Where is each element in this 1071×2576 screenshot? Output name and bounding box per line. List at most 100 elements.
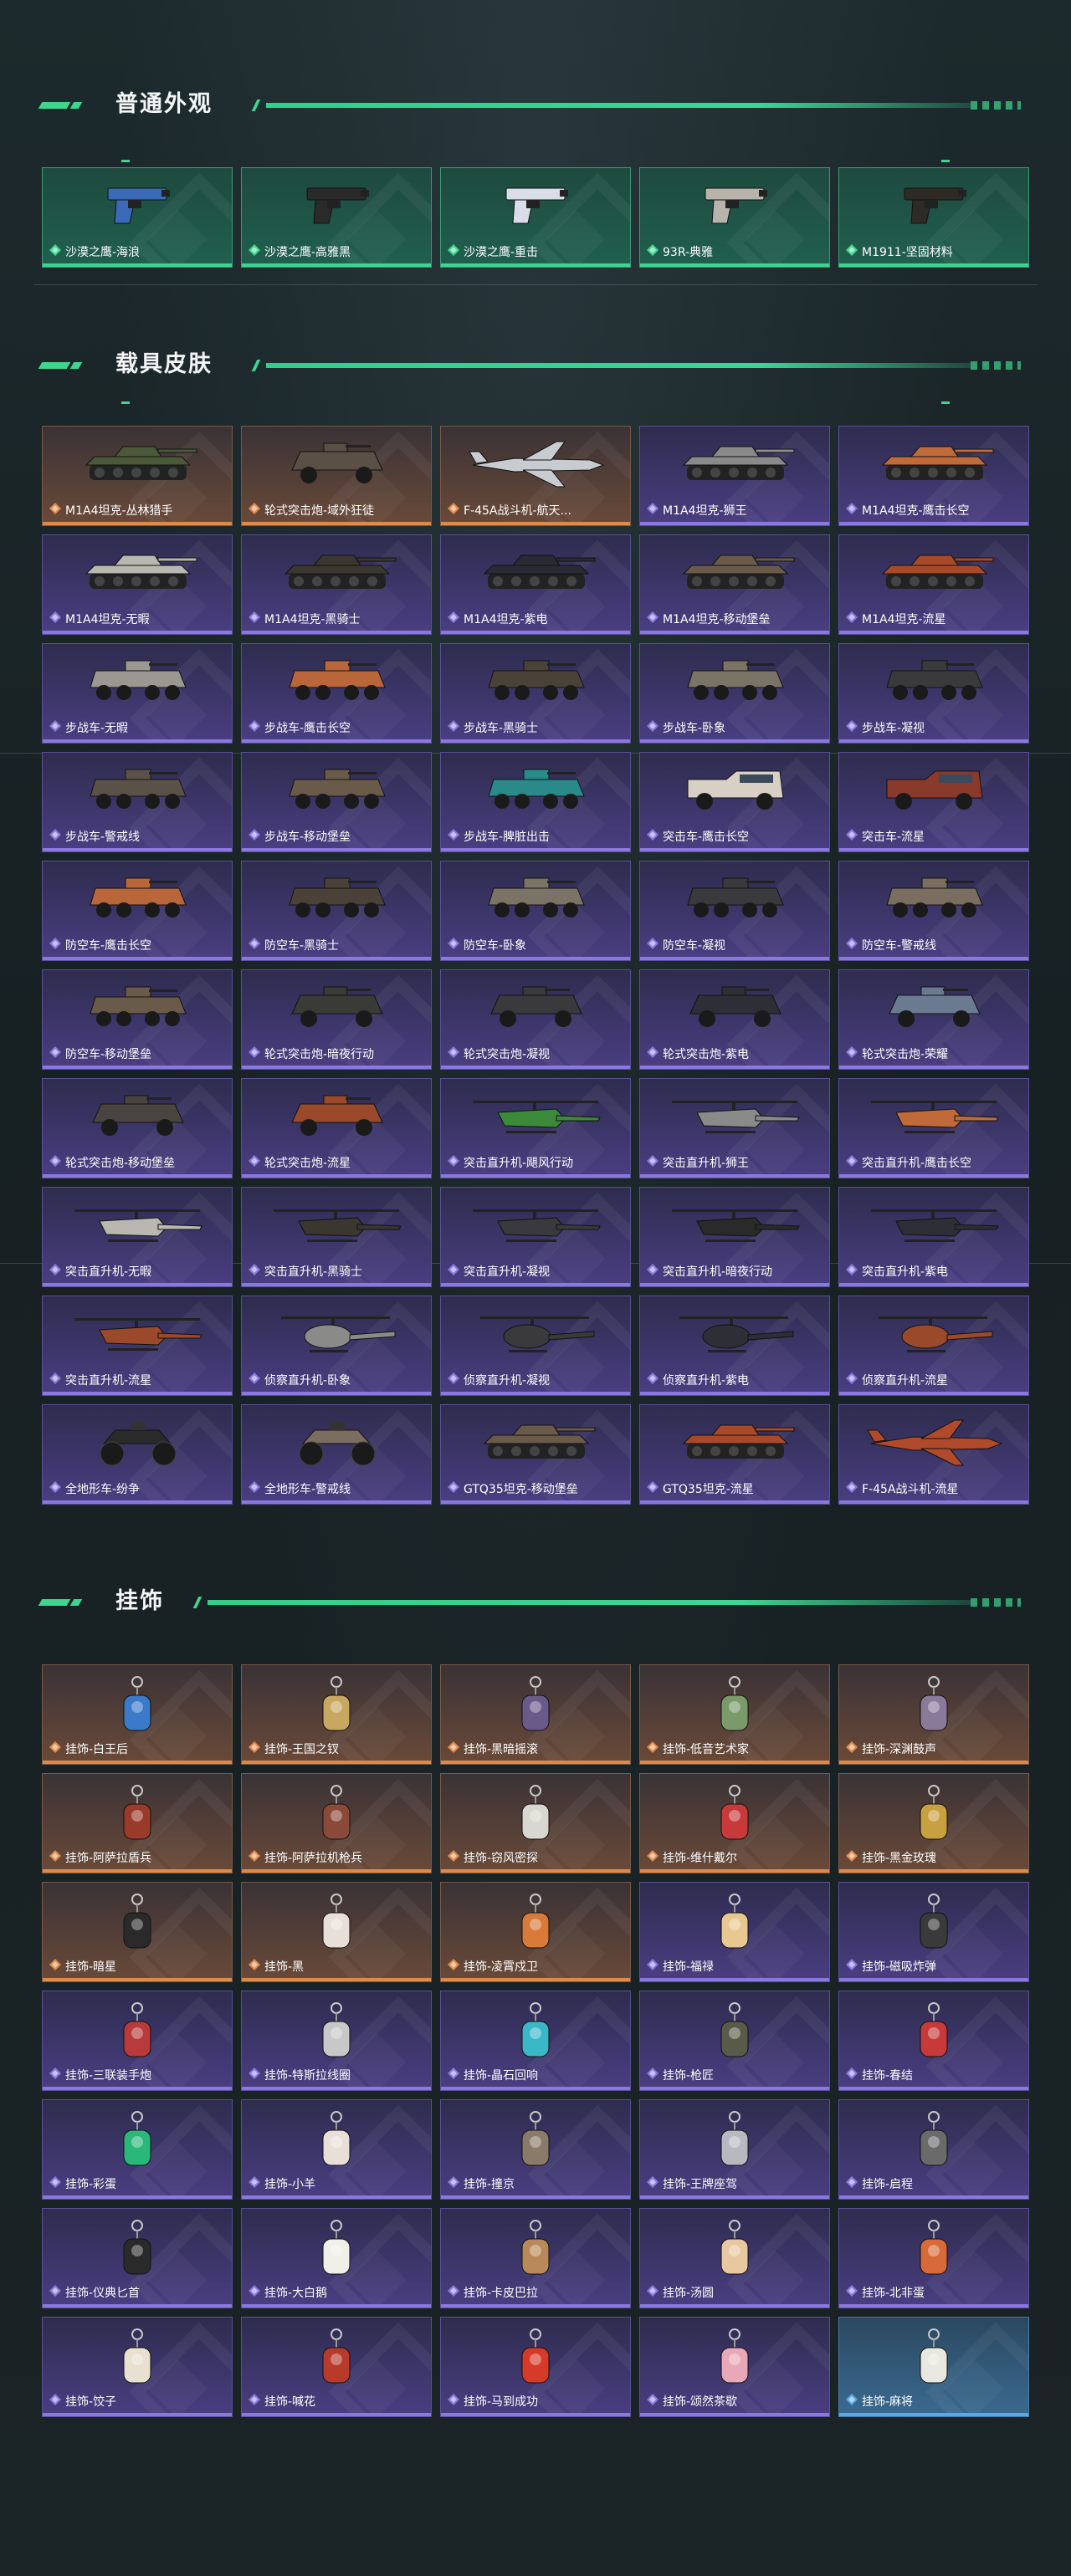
vehicle-item-card[interactable]: 轮式突击炮-域外狂徒 [241,426,432,526]
vehicle-item-card[interactable]: 轮式突击炮-荣耀 [838,969,1029,1070]
charm-icon [710,2328,760,2395]
charm-item-card[interactable]: 挂饰-汤圆 [639,2208,830,2308]
charm-item-card[interactable]: 挂饰-颂然茶歇 [639,2317,830,2417]
vehicle-item-card[interactable]: 步战车-脾脏出击 [440,752,631,852]
vehicle-item-card[interactable]: 步战车-卧象 [639,643,830,744]
weapon-item-card[interactable]: 沙漠之鹰-重击 [440,167,631,268]
vehicle-item-card[interactable]: 突击车-鹰击长空 [639,752,830,852]
charm-item-card[interactable]: 挂饰-王牌座驾 [639,2099,830,2200]
vehicle-item-card[interactable]: 步战车-鹰击长空 [241,643,432,744]
weapon-item-card[interactable]: 93R-典雅 [639,167,830,268]
vehicle-item-card[interactable]: 轮式突击炮-流星 [241,1078,432,1178]
vehicle-item-card[interactable]: 防空车-黑骑士 [241,861,432,961]
vehicle-item-card[interactable]: 步战车-移动堡垒 [241,752,432,852]
charm-item-card[interactable]: 挂饰-喊花 [241,2317,432,2417]
vehicle-item-card[interactable]: 侦察直升机-凝视 [440,1296,631,1396]
vehicle-item-card[interactable]: 防空车-卧象 [440,861,631,961]
vehicle-item-card[interactable]: M1A4坦克-无暇 [42,534,233,635]
charm-item-card[interactable]: 挂饰-白王后 [42,1664,233,1765]
vehicle-item-card[interactable]: 防空车-凝视 [639,861,830,961]
item-name: 突击直升机-凝视 [464,1265,551,1279]
charm-item-card[interactable]: 挂饰-凌霄戍卫 [440,1882,631,1982]
charm-item-card[interactable]: 挂饰-王国之钗 [241,1664,432,1765]
vehicle-item-card[interactable]: 步战车-无暇 [42,643,233,744]
vehicle-item-card[interactable]: 防空车-警戒线 [838,861,1029,961]
vehicle-item-card[interactable]: 轮式突击炮-暗夜行动 [241,969,432,1070]
vehicle-item-card[interactable]: 步战车-凝视 [838,643,1029,744]
charm-item-card[interactable]: 挂饰-启程 [838,2099,1029,2200]
tank-icon [74,545,200,602]
vehicle-item-card[interactable]: 轮式突击炮-凝视 [440,969,631,1070]
charm-item-card[interactable]: 挂饰-北非蛋 [838,2208,1029,2308]
vehicle-item-card[interactable]: 步战车-警戒线 [42,752,233,852]
vehicle-item-card[interactable]: 轮式突击炮-紫电 [639,969,830,1070]
weapon-item-card[interactable]: 沙漠之鹰-高雅黑 [241,167,432,268]
weapon-item-card[interactable]: M1911-坚固材料 [838,167,1029,268]
charm-item-card[interactable]: 挂饰-马到成功 [440,2317,631,2417]
rarity-bar [441,848,630,851]
vehicle-item-card[interactable]: M1A4坦克-流星 [838,534,1029,635]
vehicle-item-card[interactable]: 全地形车-警戒线 [241,1404,432,1505]
vehicle-item-card[interactable]: 防空车-鹰击长空 [42,861,233,961]
charm-item-card[interactable]: 挂饰-麻将 [838,2317,1029,2417]
vehicle-item-card[interactable]: M1A4坦克-黑骑士 [241,534,432,635]
vehicle-item-card[interactable]: M1A4坦克-丛林猎手 [42,426,233,526]
vehicle-item-card[interactable]: 侦察直升机-流星 [838,1296,1029,1396]
rarity-diamond-icon [647,2394,658,2409]
charm-item-card[interactable]: 挂饰-阿萨拉盾兵 [42,1773,233,1873]
vehicle-item-card[interactable]: 突击车-流星 [838,752,1029,852]
charm-item-card[interactable]: 挂饰-窃风密探 [440,1773,631,1873]
charm-item-card[interactable]: 挂饰-撞京 [440,2099,631,2200]
rarity-bar [441,1500,630,1504]
vehicle-item-card[interactable]: 侦察直升机-卧象 [241,1296,432,1396]
charm-item-card[interactable]: 挂饰-仪典匕首 [42,2208,233,2308]
vehicle-item-card[interactable]: 突击直升机-暗夜行动 [639,1187,830,1287]
charm-item-card[interactable]: 挂饰-饺子 [42,2317,233,2417]
charm-item-card[interactable]: 挂饰-彩蛋 [42,2099,233,2200]
vehicle-item-card[interactable]: 突击直升机-凝视 [440,1187,631,1287]
charm-item-card[interactable]: 挂饰-深渊鼓声 [838,1664,1029,1765]
vehicle-item-card[interactable]: 步战车-黑骑士 [440,643,631,744]
charm-item-card[interactable]: 挂饰-黑暗摇滚 [440,1664,631,1765]
wheeled-icon [83,1089,192,1147]
charm-item-card[interactable]: 挂饰-黑 [241,1882,432,1982]
charm-item-card[interactable]: 挂饰-卡皮巴拉 [440,2208,631,2308]
charm-item-card[interactable]: 挂饰-维什戴尔 [639,1773,830,1873]
charm-item-card[interactable]: 挂饰-小羊 [241,2099,432,2200]
vehicle-item-card[interactable]: M1A4坦克-移动堡垒 [639,534,830,635]
vehicle-item-card[interactable]: 侦察直升机-紫电 [639,1296,830,1396]
charm-item-card[interactable]: 挂饰-福禄 [639,1882,830,1982]
vehicle-item-card[interactable]: F-45A战斗机-流星 [838,1404,1029,1505]
vehicle-item-card[interactable]: M1A4坦克-鹰击长空 [838,426,1029,526]
charm-item-card[interactable]: 挂饰-三联装手炮 [42,1991,233,2091]
charm-item-card[interactable]: 挂饰-晶石回响 [440,1991,631,2091]
charm-item-card[interactable]: 挂饰-黑金玫瑰 [838,1773,1029,1873]
vehicle-item-card[interactable]: 突击直升机-鹰击长空 [838,1078,1029,1178]
charm-item-card[interactable]: 挂饰-阿萨拉机枪兵 [241,1773,432,1873]
vehicle-item-card[interactable]: M1A4坦克-紫电 [440,534,631,635]
item-name: 防空车-凝视 [663,939,726,953]
vehicle-item-card[interactable]: 突击直升机-狮王 [639,1078,830,1178]
vehicle-item-card[interactable]: GTQ35坦克-流星 [639,1404,830,1505]
vehicle-item-card[interactable]: 轮式突击炮-移动堡垒 [42,1078,233,1178]
vehicle-item-card[interactable]: 突击直升机-飓风行动 [440,1078,631,1178]
vehicle-item-card[interactable]: 全地形车-纷争 [42,1404,233,1505]
vehicle-item-card[interactable]: 突击直升机-无暇 [42,1187,233,1287]
vehicle-item-card[interactable]: 突击直升机-流星 [42,1296,233,1396]
vehicle-item-card[interactable]: 突击直升机-黑骑士 [241,1187,432,1287]
vehicle-item-card[interactable]: M1A4坦克-狮王 [639,426,830,526]
vehicle-item-card[interactable]: 突击直升机-紫电 [838,1187,1029,1287]
charm-item-card[interactable]: 挂饰-枪匠 [639,1991,830,2091]
weapon-item-card[interactable]: 沙漠之鹰-海浪 [42,167,233,268]
charm-item-card[interactable]: 挂饰-暗星 [42,1882,233,1982]
item-name: 挂饰-王国之钗 [264,1743,340,1756]
charm-item-card[interactable]: 挂饰-磁吸炸弹 [838,1882,1029,1982]
vehicle-item-card[interactable]: F-45A战斗机-航天... [440,426,631,526]
vehicle-item-card[interactable]: GTQ35坦克-移动堡垒 [440,1404,631,1505]
charm-item-card[interactable]: 挂饰-大白鹅 [241,2208,432,2308]
charm-item-card[interactable]: 挂饰-春结 [838,1991,1029,2091]
charm-item-card[interactable]: 挂饰-低音艺术家 [639,1664,830,1765]
vehicle-item-card[interactable]: 防空车-移动堡垒 [42,969,233,1070]
charm-item-card[interactable]: 挂饰-特斯拉线圈 [241,1991,432,2091]
rarity-diamond-icon [846,2394,858,2409]
